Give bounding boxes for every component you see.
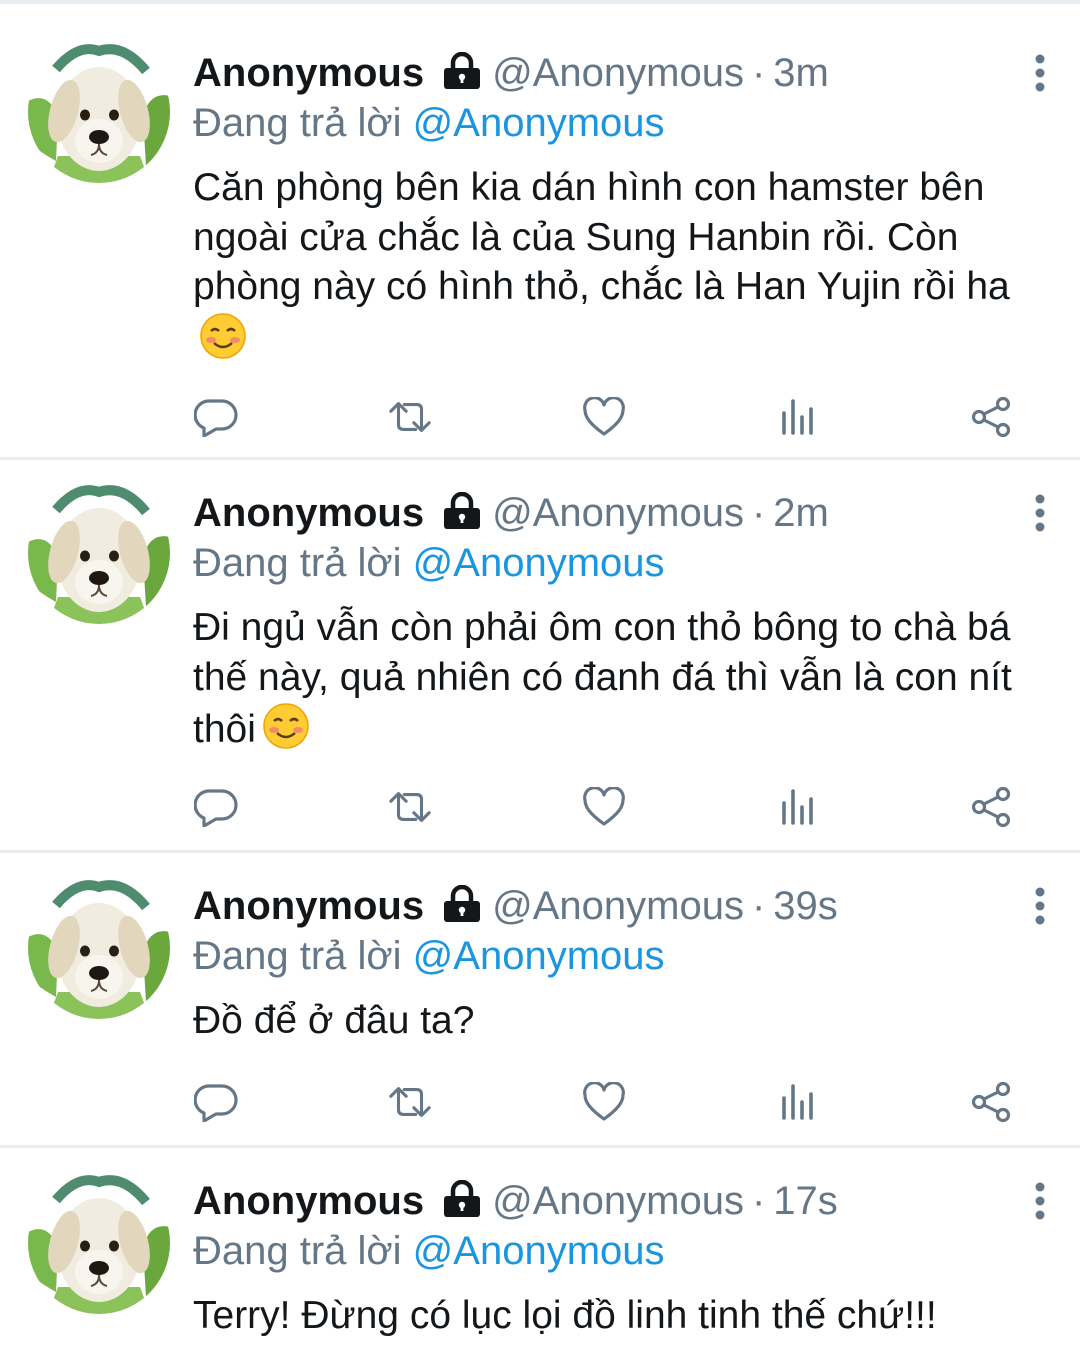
timestamp[interactable]: 17s — [773, 1179, 838, 1223]
lock-icon — [442, 491, 482, 542]
lock-icon — [442, 51, 482, 102]
analytics-icon[interactable] — [775, 784, 821, 830]
handle[interactable]: @Anonymous — [492, 51, 744, 95]
like-icon[interactable] — [581, 394, 627, 440]
smiling-face-icon — [199, 312, 247, 373]
tweet-text: Căn phòng bên kia dán hình con hamster b… — [193, 163, 1060, 372]
replying-to: Đang trả lời @Anonymous — [193, 1226, 1060, 1276]
retweet-icon[interactable] — [387, 784, 433, 830]
tweet-actions — [193, 394, 1013, 440]
mention-link[interactable]: @Anonymous — [413, 541, 665, 585]
share-icon[interactable] — [969, 394, 1015, 440]
replying-to: Đang trả lời @Anonymous — [193, 538, 1060, 588]
handle[interactable]: @Anonymous — [492, 884, 744, 928]
replying-to-label: Đang trả lời — [193, 541, 402, 585]
display-name[interactable]: Anonymous — [193, 1179, 424, 1223]
avatar[interactable] — [28, 1172, 170, 1314]
tweet-actions — [193, 784, 1013, 830]
tweet-text: Đi ngủ vẫn còn phải ôm con thỏ bông to c… — [193, 603, 1060, 763]
mention-link[interactable]: @Anonymous — [413, 934, 665, 978]
more-vertical-icon[interactable] — [1020, 881, 1060, 931]
reply-icon[interactable] — [193, 1079, 239, 1125]
mention-link[interactable]: @Anonymous — [413, 101, 665, 145]
analytics-icon[interactable] — [775, 1079, 821, 1125]
tweet-text-content: Terry! Đừng có lục lọi đồ linh tinh thế … — [193, 1294, 937, 1337]
tweet-header: Anonymous @Anonymous · 39s — [193, 881, 1060, 931]
separator-dot: · — [751, 51, 766, 95]
share-icon[interactable] — [969, 784, 1015, 830]
replying-to: Đang trả lời @Anonymous — [193, 98, 1060, 148]
share-icon[interactable] — [969, 1079, 1015, 1125]
tweet-text-content: Căn phòng bên kia dán hình con hamster b… — [193, 166, 1010, 308]
tweet-actions — [193, 1079, 1013, 1125]
handle[interactable]: @Anonymous — [492, 491, 744, 535]
tweet-text-content: Đồ để ở đâu ta? — [193, 999, 475, 1042]
reply-icon[interactable] — [193, 394, 239, 440]
tweet-text: Đồ để ở đâu ta? — [193, 996, 1060, 1046]
tweet-header: Anonymous @Anonymous · 2m — [193, 488, 1060, 538]
retweet-icon[interactable] — [387, 394, 433, 440]
lock-icon — [442, 884, 482, 935]
display-name[interactable]: Anonymous — [193, 884, 424, 928]
replying-to: Đang trả lời @Anonymous — [193, 931, 1060, 981]
tweet[interactable]: Anonymous @Anonymous · 17s Đang trả lời @An… — [0, 1148, 1080, 1363]
mention-link[interactable]: @Anonymous — [413, 1229, 665, 1273]
lock-icon — [442, 1179, 482, 1230]
tweet[interactable]: Anonymous @Anonymous · 2m Đang trả lời @Ano… — [0, 460, 1080, 853]
tweet-header: Anonymous @Anonymous · 17s — [193, 1176, 1060, 1226]
display-name[interactable]: Anonymous — [193, 51, 424, 95]
replying-to-label: Đang trả lời — [193, 1229, 402, 1273]
separator-dot: · — [751, 491, 766, 535]
avatar[interactable] — [28, 877, 170, 1019]
tweet-header: Anonymous @Anonymous · 3m — [193, 48, 1060, 98]
more-vertical-icon[interactable] — [1020, 488, 1060, 538]
separator-dot: · — [751, 1179, 766, 1223]
timestamp[interactable]: 3m — [773, 51, 829, 95]
replying-to-label: Đang trả lời — [193, 934, 402, 978]
tweet-text-content: Đi ngủ vẫn còn phải ôm con thỏ bông to c… — [193, 606, 1012, 751]
display-name[interactable]: Anonymous — [193, 491, 424, 535]
tweet[interactable]: Anonymous @Anonymous · 39s Đang trả lời @An… — [0, 853, 1080, 1148]
separator-dot: · — [751, 884, 766, 928]
handle[interactable]: @Anonymous — [492, 1179, 744, 1223]
more-vertical-icon[interactable] — [1020, 48, 1060, 98]
timestamp[interactable]: 2m — [773, 491, 829, 535]
tweet-text: Terry! Đừng có lục lọi đồ linh tinh thế … — [193, 1291, 1060, 1341]
reply-icon[interactable] — [193, 784, 239, 830]
tweet[interactable]: Anonymous @Anonymous · 3m Đang trả lời @Ano… — [0, 4, 1080, 460]
avatar[interactable] — [28, 482, 170, 624]
more-vertical-icon[interactable] — [1020, 1176, 1060, 1226]
replying-to-label: Đang trả lời — [193, 101, 402, 145]
retweet-icon[interactable] — [387, 1079, 433, 1125]
analytics-icon[interactable] — [775, 394, 821, 440]
like-icon[interactable] — [581, 1079, 627, 1125]
avatar[interactable] — [28, 41, 170, 183]
timestamp[interactable]: 39s — [773, 884, 838, 928]
like-icon[interactable] — [581, 784, 627, 830]
smiling-face-icon — [262, 702, 310, 763]
